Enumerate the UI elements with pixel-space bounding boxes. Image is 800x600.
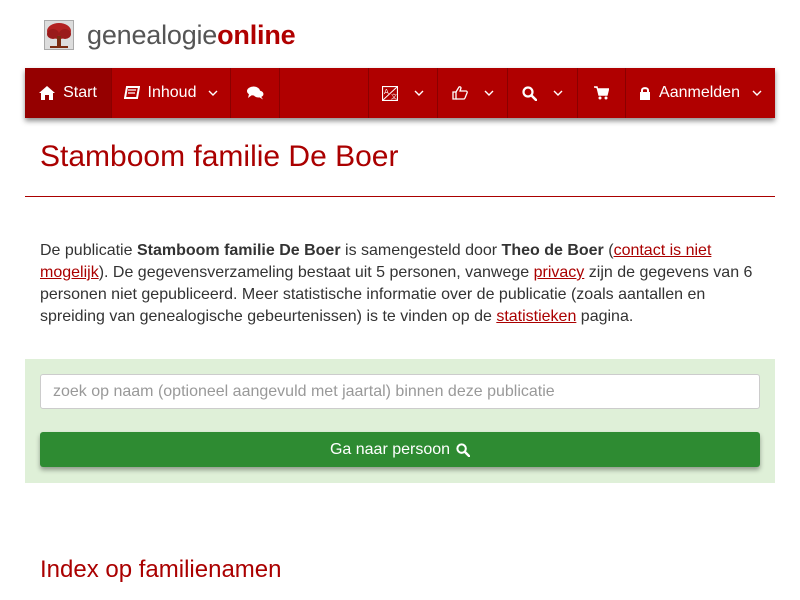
chevron-down-icon — [414, 90, 424, 96]
nav-search-dropdown[interactable] — [508, 68, 577, 118]
tree-logo-icon — [44, 20, 74, 50]
privacy-link[interactable]: privacy — [534, 264, 585, 281]
chevron-down-icon — [208, 90, 218, 96]
go-to-person-button[interactable]: Ga naar persoon — [40, 432, 760, 467]
chevron-down-icon — [752, 90, 762, 96]
comments-icon — [246, 86, 264, 100]
index-heading: Index op familienamen — [40, 556, 282, 583]
nav-inhoud-label: Inhoud — [147, 84, 197, 101]
go-to-person-label: Ga naar persoon — [329, 440, 451, 458]
intro-text: is samengesteld door — [340, 242, 502, 259]
main-navbar: Start Inhoud A文 Aanmelden — [25, 68, 775, 118]
lock-icon — [639, 86, 651, 100]
svg-text:文: 文 — [391, 93, 397, 101]
page-title: Stamboom familie De Boer — [40, 140, 399, 173]
nav-recommend-dropdown[interactable] — [438, 68, 507, 118]
nav-start-label: Start — [63, 84, 97, 101]
book-icon — [123, 86, 140, 100]
chevron-down-icon — [553, 90, 563, 96]
nav-aanmelden-dropdown[interactable]: Aanmelden — [626, 68, 775, 118]
search-icon — [456, 442, 471, 457]
search-icon — [522, 85, 537, 101]
chevron-down-icon — [484, 90, 494, 96]
brand-name: genealogieonline — [87, 19, 296, 51]
thumbs-up-icon — [451, 86, 468, 100]
nav-language-dropdown[interactable]: A文 — [369, 68, 437, 118]
nav-shop[interactable] — [578, 68, 625, 118]
person-search-input[interactable] — [40, 374, 760, 409]
nav-aanmelden-label: Aanmelden — [659, 84, 740, 101]
intro-text: De publicatie — [40, 242, 137, 259]
home-icon — [39, 86, 56, 100]
publication-description: De publicatie Stamboom familie De Boer i… — [40, 240, 765, 328]
publication-name: Stamboom familie De Boer — [136, 242, 341, 259]
intro-text: ( — [603, 242, 614, 259]
title-divider — [25, 196, 775, 197]
brand-name-part2: online — [217, 19, 296, 50]
brand-name-part1: genealogie — [87, 19, 218, 50]
language-icon: A文 — [382, 85, 398, 101]
intro-text: pagina. — [576, 308, 634, 325]
nav-forum[interactable] — [231, 68, 279, 118]
person-search-panel: Ga naar persoon — [25, 359, 775, 483]
svg-text:A: A — [384, 88, 389, 96]
nav-inhoud-dropdown[interactable]: Inhoud — [112, 68, 230, 118]
intro-text: ). De gegevensverzameling bestaat uit 5 … — [98, 264, 534, 281]
cart-icon — [594, 86, 609, 100]
statistics-link[interactable]: statistieken — [496, 308, 576, 325]
author-name: Theo de Boer — [501, 242, 604, 259]
site-logo[interactable]: genealogieonline — [44, 18, 296, 52]
nav-start[interactable]: Start — [25, 68, 111, 118]
